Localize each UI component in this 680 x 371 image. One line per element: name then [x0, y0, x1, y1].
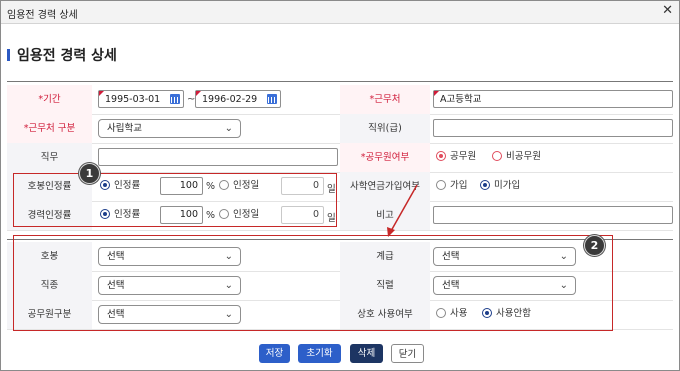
pension-option-notjoin: 미가입 — [494, 180, 521, 191]
pension-option-join: 가입 — [450, 180, 468, 191]
row-duty: 직무 *공무원여부 공무원 비공무원 — [7, 143, 673, 173]
period-label: *기간 — [7, 85, 92, 114]
dialog-window: 임용전 경력 상세 ✕ 임용전 경력 상세 *기간 1995-03-01 ~ 1… — [0, 0, 680, 371]
row-workplace-type: *근무처 구분 사립학교 ⌄ 직위(급) — [7, 114, 673, 144]
chevron-down-icon: ⌄ — [224, 123, 233, 134]
radio-selected-icon — [436, 151, 446, 161]
note-input[interactable] — [433, 206, 673, 224]
workplace-type-select[interactable]: 사립학교 ⌄ — [98, 119, 241, 138]
workplace-input[interactable]: A고등학교 — [433, 90, 673, 108]
position-label: 직위(급) — [340, 114, 430, 143]
title-bar: 임용전 경력 상세 ✕ — [1, 1, 679, 24]
annotation-box-2 — [13, 235, 613, 331]
pension-radio-notjoin[interactable]: 미가입 — [480, 180, 520, 192]
annotation-box-1 — [13, 173, 337, 227]
annotation-badge-2: 2 — [584, 235, 605, 256]
page-title-text: 임용전 경력 상세 — [17, 48, 117, 64]
annotation-badge-1: 1 — [79, 163, 100, 184]
workplace-value: A고등학교 — [440, 94, 482, 105]
civil-servant-option-no: 비공무원 — [506, 151, 541, 162]
radio-icon — [492, 151, 502, 161]
page-title: 임용전 경력 상세 — [7, 45, 117, 65]
reset-button[interactable]: 초기화 — [298, 344, 341, 363]
end-date-value: 1996-02-29 — [202, 94, 258, 105]
top-divider — [7, 81, 673, 82]
row-period: *기간 1995-03-01 ~ 1996-02-29 *근무처 A고등학교 — [7, 85, 673, 115]
workplace-type-value: 사립학교 — [107, 123, 142, 134]
calendar-icon[interactable] — [170, 94, 180, 104]
radio-selected-icon — [480, 180, 490, 190]
close-button[interactable]: 닫기 — [391, 344, 424, 363]
delete-button[interactable]: 삭제 — [350, 344, 383, 363]
workplace-type-label: *근무처 구분 — [7, 114, 92, 143]
civil-servant-option-yes: 공무원 — [450, 151, 477, 162]
pension-label: 사학연금가입여부 — [340, 172, 430, 201]
note-label: 비고 — [340, 201, 430, 230]
window-title: 임용전 경력 상세 — [7, 10, 78, 21]
calendar-icon[interactable] — [267, 94, 277, 104]
title-bar-accent — [7, 49, 10, 61]
civil-servant-radio-no[interactable]: 비공무원 — [492, 151, 541, 163]
civil-servant-label: *공무원여부 — [340, 143, 430, 172]
start-date-value: 1995-03-01 — [105, 94, 161, 105]
start-date-input[interactable]: 1995-03-01 — [98, 90, 184, 108]
pension-radio-join[interactable]: 가입 — [436, 180, 467, 192]
civil-servant-radio-yes[interactable]: 공무원 — [436, 151, 476, 163]
close-icon[interactable]: ✕ — [662, 3, 673, 18]
end-date-input[interactable]: 1996-02-29 — [195, 90, 281, 108]
workplace-label: *근무처 — [340, 85, 430, 114]
duty-input[interactable] — [98, 148, 338, 166]
radio-icon — [436, 180, 446, 190]
save-button[interactable]: 저장 — [259, 344, 290, 363]
position-input[interactable] — [433, 119, 673, 137]
